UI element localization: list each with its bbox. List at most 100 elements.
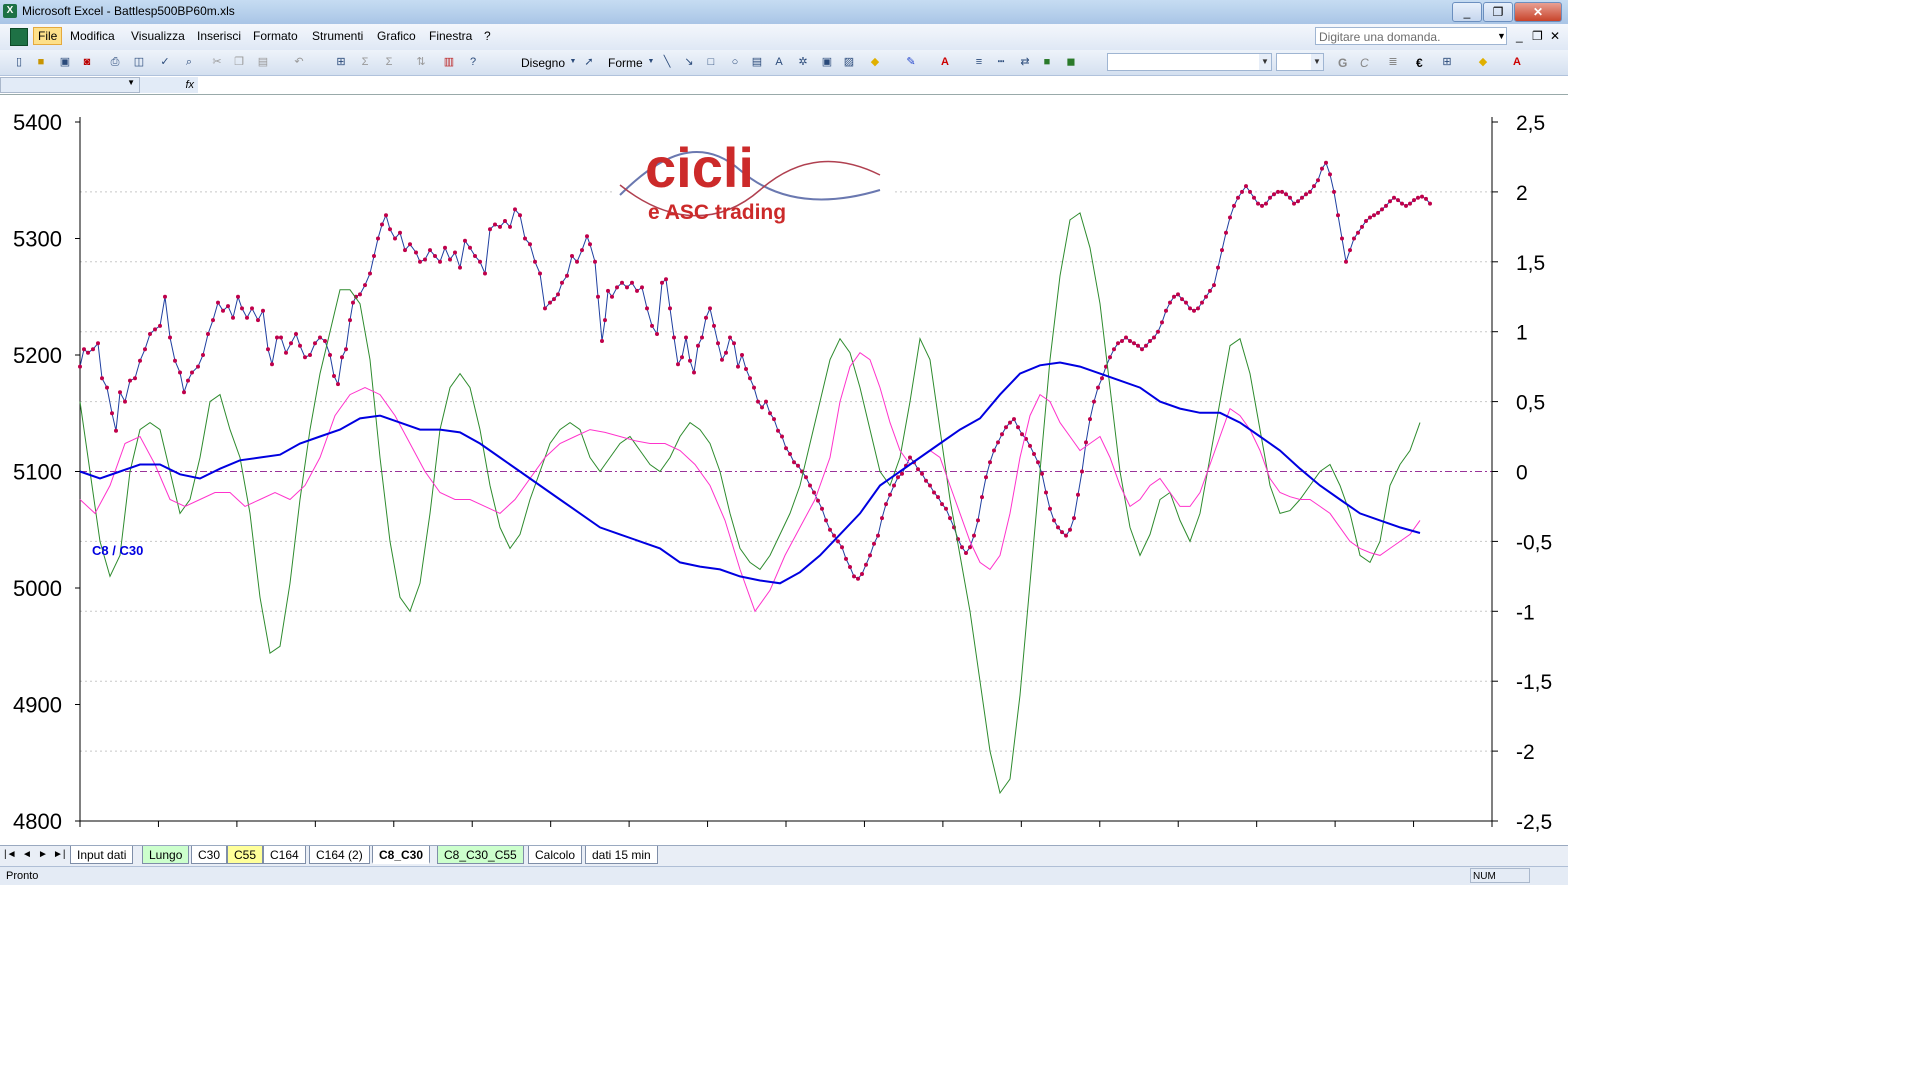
shapes-menu[interactable]: Forme [608, 56, 643, 70]
font-name-dropdown-icon[interactable]: ▼ [1259, 54, 1271, 70]
tab-input-dati[interactable]: Input dati [70, 846, 134, 864]
font-size-dropdown-icon[interactable]: ▼ [1311, 54, 1323, 70]
bold-button[interactable]: G [1338, 56, 1347, 70]
workbook-icon[interactable] [10, 28, 28, 46]
help-icon[interactable]: ? [466, 55, 480, 69]
tab-lungo[interactable]: Lungo [142, 846, 190, 864]
last-sheet-icon[interactable]: ►| [53, 849, 66, 860]
clipart-icon[interactable]: ▣ [820, 55, 834, 69]
menu-visualizza[interactable]: Visualizza [131, 29, 185, 43]
spelling-icon[interactable]: ✓ [158, 55, 172, 69]
price-marker [173, 358, 177, 363]
save-icon[interactable]: ▣ [58, 55, 72, 69]
restore-button[interactable]: ❐ [1483, 2, 1513, 22]
cell-fill-icon[interactable]: ◆ [1476, 55, 1490, 69]
hyperlink-icon[interactable]: ⊞ [334, 55, 348, 69]
paste-icon[interactable]: ▤ [256, 55, 270, 69]
first-sheet-icon[interactable]: |◄ [4, 849, 17, 860]
ask-question-input[interactable]: Digitare una domanda. [1315, 27, 1507, 45]
font-size-combo[interactable]: ▼ [1276, 53, 1324, 71]
prev-sheet-icon[interactable]: ◄ [22, 849, 32, 860]
ask-dropdown-icon[interactable]: ▼ [1497, 31, 1506, 41]
shapes-dropdown-icon[interactable]: ▼ [644, 55, 658, 69]
borders-icon[interactable]: ⊞ [1440, 55, 1454, 69]
rectangle-icon[interactable]: □ [704, 55, 718, 69]
tab-c8-c30[interactable]: C8_C30 [372, 846, 431, 864]
print-preview-icon[interactable]: ◫ [132, 55, 146, 69]
font-name-combo[interactable]: ▼ [1107, 53, 1272, 71]
3d-icon[interactable]: ◼ [1064, 55, 1078, 69]
picture-icon[interactable]: ▨ [842, 55, 856, 69]
price-marker [570, 254, 574, 258]
name-box[interactable]: ▼ [0, 77, 140, 93]
tab-c164-2[interactable]: C164 (2) [309, 846, 370, 864]
sum-dropdown-icon[interactable]: Σ [382, 55, 396, 69]
excel-app-icon[interactable]: X [3, 4, 17, 18]
new-file-icon[interactable]: ▯ [12, 55, 26, 69]
price-marker [1168, 300, 1172, 305]
tab-calcolo[interactable]: Calcolo [528, 846, 583, 864]
arrow-icon[interactable]: ↘ [682, 55, 696, 69]
undo-icon[interactable]: ↶ [292, 55, 306, 69]
price-marker [351, 300, 355, 305]
open-folder-icon[interactable]: ■ [34, 55, 48, 69]
menu-inserisci[interactable]: Inserisci [197, 29, 241, 43]
doc-restore-button[interactable]: ❐ [1532, 29, 1543, 43]
menu-finestra[interactable]: Finestra [429, 29, 472, 43]
tab-dati-15-min[interactable]: dati 15 min [585, 846, 658, 864]
menu-help[interactable]: ? [484, 29, 491, 43]
arrow-style-icon[interactable]: ⇄ [1018, 55, 1032, 69]
price-marker [78, 364, 82, 369]
select-pointer-icon[interactable]: ➚ [582, 55, 596, 69]
chart-area[interactable]: 5400 5300 5200 5100 5000 4900 4800 2,5 2 1,5 1 0,5 0… [0, 95, 1568, 845]
print-icon[interactable]: ⎙ [108, 55, 122, 69]
menu-grafico[interactable]: Grafico [377, 29, 416, 43]
menu-modifica[interactable]: Modifica [70, 29, 115, 43]
oval-icon[interactable]: ○ [728, 55, 742, 69]
price-marker [1340, 236, 1344, 241]
menu-file[interactable]: File [33, 27, 63, 45]
tab-c30[interactable]: C30 [191, 846, 228, 864]
price-marker [1116, 341, 1120, 346]
chart-wizard-icon[interactable]: ▥ [442, 55, 456, 69]
function-icon[interactable]: fx [140, 77, 198, 93]
tab-c8-c30-c55[interactable]: C8_C30_C55 [437, 846, 524, 864]
menu-strumenti[interactable]: Strumenti [312, 29, 363, 43]
price-marker [153, 327, 157, 332]
fill-color-icon[interactable]: ◆ [868, 55, 882, 69]
tab-c55[interactable]: C55 [227, 846, 264, 864]
wordart-icon[interactable]: A [772, 55, 786, 69]
font-color-icon[interactable]: A [938, 55, 952, 69]
doc-close-button[interactable]: ✕ [1550, 29, 1560, 43]
permission-icon[interactable]: ◙ [80, 55, 94, 69]
align-icon[interactable]: ≣ [1386, 55, 1400, 69]
name-box-dropdown-icon[interactable]: ▼ [127, 78, 135, 87]
diagram-icon[interactable]: ✲ [796, 55, 810, 69]
copy-icon[interactable]: ❐ [232, 55, 246, 69]
shadow-icon[interactable]: ■ [1040, 55, 1054, 69]
autosum-icon[interactable]: Σ [358, 55, 372, 69]
dash-style-icon[interactable]: ┅ [994, 55, 1008, 69]
italic-button[interactable]: C [1360, 56, 1369, 70]
tab-c164[interactable]: C164 [263, 846, 306, 864]
price-marker [1224, 230, 1228, 235]
line-chart[interactable]: 5400 5300 5200 5100 5000 4900 4800 2,5 2 1,5 1 0,5 0… [0, 95, 1568, 845]
cell-font-color-icon[interactable]: A [1510, 55, 1524, 69]
line-icon[interactable]: ╲ [660, 55, 674, 69]
close-button[interactable]: ✕ [1514, 2, 1562, 22]
research-icon[interactable]: ⌕ [182, 55, 196, 69]
next-sheet-icon[interactable]: ► [38, 849, 48, 860]
line-color-icon[interactable]: ✎ [904, 55, 918, 69]
minimize-button[interactable]: _ [1452, 2, 1482, 22]
price-marker [1276, 189, 1280, 194]
sort-icon[interactable]: ⇅ [414, 55, 428, 69]
line-style-icon[interactable]: ≡ [972, 55, 986, 69]
drawing-dropdown-icon[interactable]: ▼ [566, 55, 580, 69]
drawing-menu[interactable]: Disegno [521, 56, 565, 70]
menu-formato[interactable]: Formato [253, 29, 298, 43]
cut-icon[interactable]: ✂ [210, 55, 224, 69]
currency-button[interactable]: € [1416, 56, 1423, 70]
doc-minimize-button[interactable]: _ [1516, 29, 1523, 43]
textbox-icon[interactable]: ▤ [750, 55, 764, 69]
price-marker [688, 358, 692, 363]
